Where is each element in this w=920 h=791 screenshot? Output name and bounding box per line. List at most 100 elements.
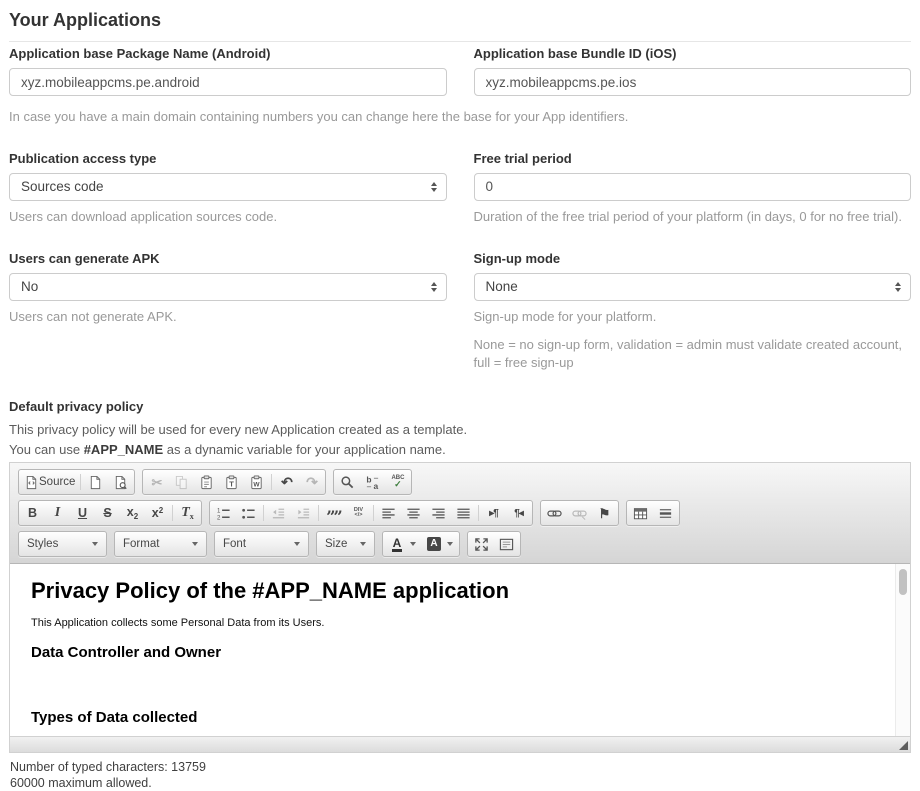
underline-button[interactable]: U [70, 501, 95, 525]
removeformat-button[interactable]: Tx [175, 501, 200, 525]
pastetext-button[interactable]: T [219, 470, 244, 494]
paste-button[interactable] [194, 470, 219, 494]
textcolor-button[interactable]: A [384, 532, 421, 556]
editor-bottom-bar [10, 736, 910, 752]
blockquote-button[interactable]: ”” [321, 501, 346, 525]
format-label: Format [123, 538, 159, 550]
newpage-button[interactable] [83, 470, 108, 494]
horizontalrule-button[interactable] [653, 501, 678, 525]
editor-toolbar: Source✂TW↶↷baABC✓BIUSx2x2Tx12””DIV</>▸¶¶… [10, 463, 910, 564]
bgcolor-button[interactable]: A [421, 532, 458, 556]
field-signup-mode: Sign-up mode None Sign-up mode for your … [474, 251, 912, 374]
publication-access-label: Publication access type [9, 151, 447, 166]
source-button[interactable]: Source [20, 470, 78, 494]
editor-content-area[interactable]: Privacy Policy of the #APP_NAME applicat… [10, 564, 910, 736]
applications-form: Application base Package Name (Android) … [9, 46, 911, 373]
format-dropdown[interactable]: Format [116, 532, 205, 556]
aligncenter-icon [406, 505, 422, 521]
alignjustify-button[interactable] [451, 501, 476, 525]
anchor-button[interactable]: ⚑ [592, 501, 617, 525]
replace-button[interactable]: ba [360, 470, 385, 494]
bidiltr-button[interactable]: ▸¶ [481, 501, 506, 525]
spacer [31, 669, 876, 709]
bulletlist-button[interactable] [236, 501, 261, 525]
font-label: Font [223, 538, 246, 550]
toolbar-group: Source [18, 469, 135, 495]
publication-access-help: Users can download application sources c… [9, 208, 447, 227]
editor-scrollbar[interactable] [895, 564, 910, 736]
creatediv-icon: DIV</> [351, 505, 367, 521]
numberedlist-button[interactable]: 12 [211, 501, 236, 525]
svg-text:W: W [254, 482, 261, 489]
field-generate-apk: Users can generate APK No Users can not … [9, 251, 447, 374]
alignleft-button[interactable] [376, 501, 401, 525]
maximize-button[interactable] [469, 532, 494, 556]
subscript-button[interactable]: x2 [120, 501, 145, 525]
outdent-button [266, 501, 291, 525]
bidiltr-icon: ▸¶ [486, 505, 502, 521]
alignright-icon [431, 505, 447, 521]
bgcolor-icon: A [426, 536, 442, 552]
strike-button[interactable]: S [95, 501, 120, 525]
find-button[interactable] [335, 470, 360, 494]
page-title: Your Applications [9, 10, 911, 31]
select-stepper-icon [895, 282, 901, 292]
package-name-input[interactable] [9, 68, 447, 96]
editor-resize-handle[interactable] [899, 741, 908, 750]
source-icon [23, 474, 39, 490]
privacy-policy-label: Default privacy policy [9, 399, 911, 414]
bold-button[interactable]: B [20, 501, 45, 525]
privacy-doc-heading-types-of-data: Types of Data collected [31, 709, 876, 726]
paste-icon [199, 474, 215, 490]
styles-dropdown[interactable]: Styles [20, 532, 105, 556]
aligncenter-button[interactable] [401, 501, 426, 525]
removeformat-icon: Tx [180, 505, 196, 521]
signup-mode-select[interactable]: None [474, 273, 912, 301]
source-label: Source [39, 476, 75, 488]
character-max-allowed: 60000 maximum allowed. [10, 775, 911, 791]
copy-icon [174, 474, 190, 490]
spellcheck-button[interactable]: ABC✓ [385, 470, 410, 494]
italic-button[interactable]: I [45, 501, 70, 525]
chevron-down-icon [447, 542, 453, 546]
publication-access-select[interactable]: Sources code [9, 173, 447, 201]
free-trial-input[interactable] [474, 173, 912, 201]
privacy-help-line2: You can use #APP_NAME as a dynamic varia… [9, 441, 911, 459]
strike-icon: S [100, 505, 116, 521]
svg-text:T: T [230, 480, 235, 489]
showblocks-icon [499, 536, 515, 552]
settings-page: Your Applications Application base Packa… [0, 0, 920, 791]
select-stepper-icon [431, 182, 437, 192]
alignright-button[interactable] [426, 501, 451, 525]
spellcheck-icon: ABC✓ [390, 474, 406, 490]
undo-button[interactable]: ↶ [274, 470, 299, 494]
link-button[interactable] [542, 501, 567, 525]
privacy-doc-paragraph: This Application collects some Personal … [31, 617, 876, 629]
editor-scrollbar-thumb[interactable] [899, 569, 907, 595]
table-button[interactable] [628, 501, 653, 525]
signup-mode-label: Sign-up mode [474, 251, 912, 266]
font-dropdown[interactable]: Font [216, 532, 307, 556]
toolbar-group: ba ABC✓ [333, 469, 412, 495]
undo-icon: ↶ [279, 474, 295, 490]
privacy-help-line1: This privacy policy will be used for eve… [9, 421, 911, 439]
pasteword-button[interactable]: W [244, 470, 269, 494]
underline-icon: U [75, 505, 91, 521]
select-stepper-icon [431, 282, 437, 292]
textcolor-icon: A [389, 536, 405, 552]
toolbar-separator [271, 474, 272, 490]
preview-button[interactable] [108, 470, 133, 494]
bidirtl-button[interactable]: ¶◂ [506, 501, 531, 525]
showblocks-button[interactable] [494, 532, 519, 556]
creatediv-button[interactable]: DIV</> [346, 501, 371, 525]
toolbar-group: Font [214, 531, 309, 557]
find-icon [340, 474, 356, 490]
bundle-id-input[interactable] [474, 68, 912, 96]
size-dropdown[interactable]: Size [318, 532, 373, 556]
unlink-icon [572, 505, 588, 521]
generate-apk-select[interactable]: No [9, 273, 447, 301]
bold-icon: B [25, 505, 41, 521]
superscript-button[interactable]: x2 [145, 501, 170, 525]
toolbar-group: ⚑ [540, 500, 619, 526]
publication-access-value: Sources code [21, 179, 104, 194]
